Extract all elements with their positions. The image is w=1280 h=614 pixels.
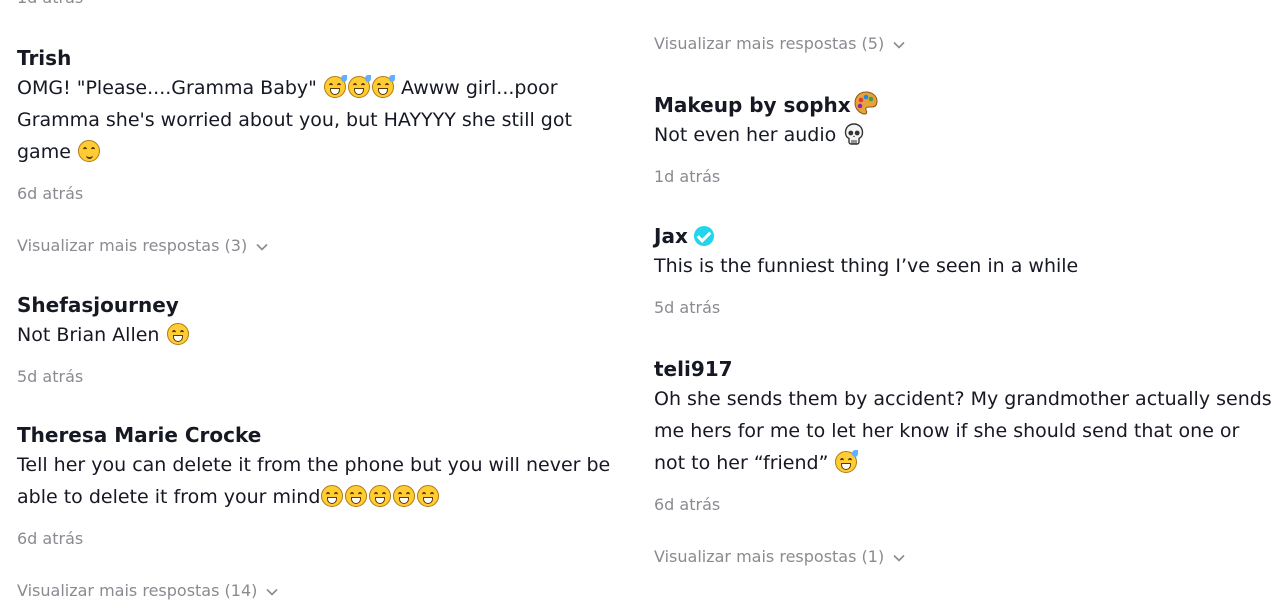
- chevron-down-icon: [893, 41, 905, 49]
- comment-text: Not Brian Allen: [17, 319, 627, 351]
- comment-timestamp: 5d atrás: [17, 367, 84, 386]
- comment-text: This is the funniest thing I’ve seen in …: [654, 250, 1274, 282]
- laughing-emoji-icon: [321, 485, 344, 507]
- comment-text-part: Oh she sends them by accident? My grandm…: [654, 388, 1272, 474]
- comment-item: Trish OMG! "Please....Gramma Baby" Awww …: [17, 46, 627, 256]
- comment-text-part: OMG! "Please....Gramma Baby": [17, 77, 317, 99]
- grinning-sweat-emoji-icon: [347, 75, 371, 98]
- comment-text: Tell her you can delete it from the phon…: [17, 449, 627, 513]
- comment-author[interactable]: teli917: [654, 357, 1274, 381]
- comment-timestamp: 5d atrás: [654, 298, 721, 317]
- laughing-emoji-icon: [345, 485, 368, 507]
- comment-timestamp: 6d atrás: [17, 184, 84, 203]
- view-more-replies-button[interactable]: Visualizar mais respostas (5): [654, 34, 1274, 54]
- comment-item: Makeup by sophx Not even her audio 1d at…: [654, 89, 1274, 187]
- comment-author[interactable]: Theresa Marie Crocke: [17, 423, 627, 447]
- comment-text: Not even her audio: [654, 119, 1274, 151]
- smirk-emoji-icon: [77, 140, 100, 162]
- comment-text-part: This is the funniest thing I’ve seen in …: [654, 255, 1079, 277]
- chevron-down-icon: [266, 588, 279, 596]
- comment-author-row: Jax: [654, 224, 1274, 248]
- comment-item: Shefasjourney Not Brian Allen 5d atrás: [17, 293, 627, 387]
- comment-item: teli917 Oh she sends them by accident? M…: [654, 357, 1274, 567]
- laughing-emoji-icon: [166, 323, 189, 345]
- comment-text-part: Not even her audio: [654, 124, 837, 146]
- view-more-replies-button[interactable]: Visualizar mais respostas (1): [654, 547, 1274, 567]
- laughing-emoji-icon: [417, 485, 440, 507]
- artist-palette-icon: [854, 91, 878, 115]
- comment-timestamp: 1d atrás: [654, 167, 721, 186]
- comment-text-part: Not Brian Allen: [17, 324, 160, 346]
- view-more-replies-label: Visualizar mais respostas (14): [17, 581, 258, 600]
- comment-timestamp: 6d atrás: [654, 495, 721, 514]
- skull-icon: [845, 123, 864, 145]
- comment-item: Jax This is the funniest thing I’ve seen…: [654, 224, 1274, 318]
- comment-timestamp: 6d atrás: [17, 529, 84, 548]
- chevron-down-icon: [256, 243, 268, 251]
- view-more-replies-button[interactable]: Visualizar mais respostas (14): [17, 581, 627, 601]
- grinning-sweat-emoji-icon: [323, 75, 347, 98]
- laughing-emoji-icon: [369, 485, 392, 507]
- view-more-replies-label: Visualizar mais respostas (3): [17, 236, 248, 255]
- verified-badge-icon: [693, 226, 714, 246]
- comment-text: OMG! "Please....Gramma Baby" Awww girl..…: [17, 72, 627, 168]
- comment-author[interactable]: Shefasjourney: [17, 293, 627, 317]
- comment-timestamp: 1d atrás: [17, 0, 627, 8]
- comment-author-row: Makeup by sophx: [654, 89, 1274, 117]
- view-more-replies-button[interactable]: Visualizar mais respostas (3): [17, 236, 627, 256]
- chevron-down-icon: [893, 554, 905, 562]
- comment-author[interactable]: Jax: [654, 224, 688, 248]
- view-more-replies-label: Visualizar mais respostas (1): [654, 547, 885, 566]
- laughing-emoji-icon: [393, 485, 416, 507]
- comment-author[interactable]: Makeup by sophx: [654, 93, 851, 117]
- comment-item: Theresa Marie Crocke Tell her you can de…: [17, 423, 627, 601]
- grinning-sweat-emoji-icon: [371, 75, 395, 98]
- comment-text: Oh she sends them by accident? My grandm…: [654, 383, 1274, 479]
- grinning-sweat-emoji-icon: [835, 450, 859, 473]
- comment-text-part: Tell her you can delete it from the phon…: [17, 454, 611, 508]
- view-more-replies-label: Visualizar mais respostas (5): [654, 34, 885, 53]
- comment-author[interactable]: Trish: [17, 46, 627, 70]
